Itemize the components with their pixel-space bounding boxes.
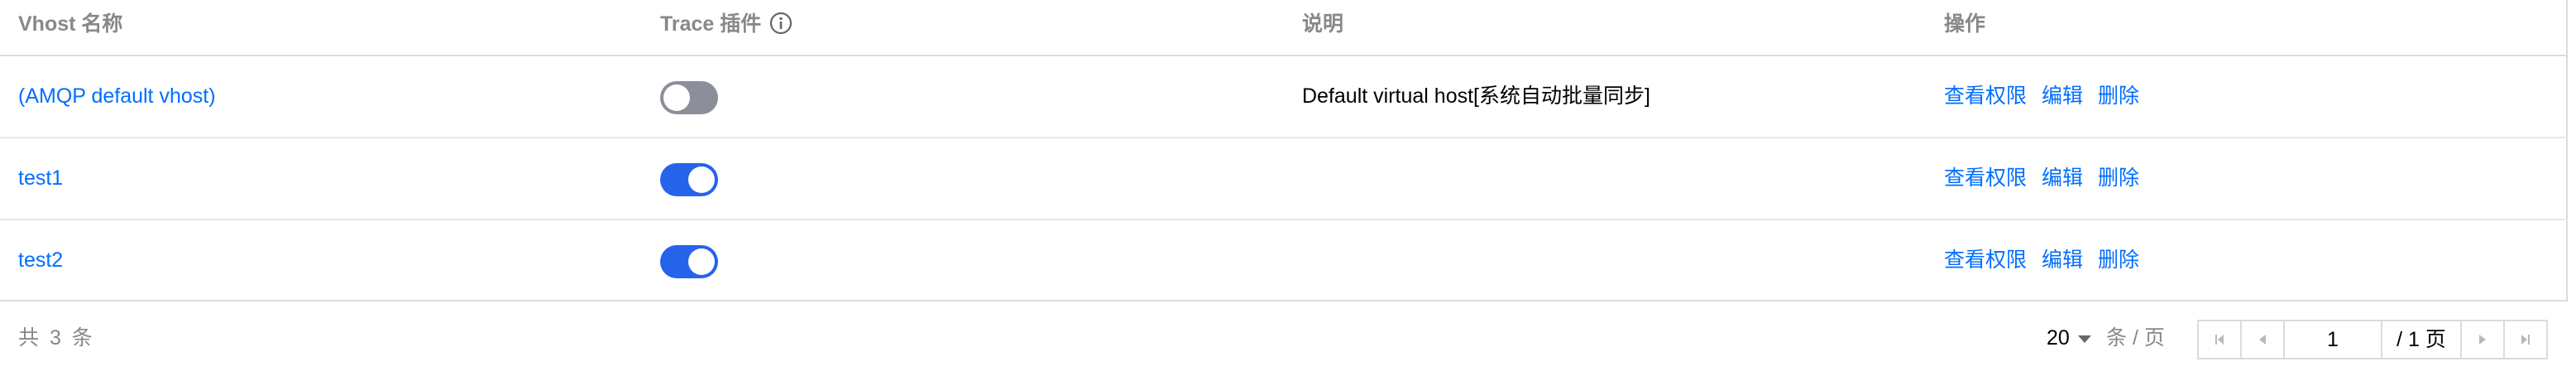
page-number-input[interactable]	[2285, 321, 2382, 358]
next-page-icon	[2479, 335, 2486, 345]
info-circle-icon[interactable]	[769, 12, 792, 35]
page-size-select[interactable]: 20	[2047, 303, 2091, 373]
page-size-value: 20	[2047, 326, 2070, 350]
last-page-icon	[2521, 335, 2530, 345]
vhost-name-link[interactable]: test2	[18, 220, 63, 301]
table-row: (AMQP default vhost) Default virtual hos…	[0, 56, 2568, 138]
table-header: Vhost 名称 Trace 插件 说明 操作	[0, 0, 2568, 56]
edit-link[interactable]: 编辑	[2042, 248, 2083, 272]
view-permissions-link[interactable]: 查看权限	[1944, 166, 2027, 190]
row-actions: 查看权限 编辑 删除	[1944, 138, 2154, 219]
header-trace-plugin: Trace 插件	[660, 0, 792, 48]
row-actions: 查看权限 编辑 删除	[1944, 56, 2154, 137]
header-trace-plugin-label: Trace 插件	[660, 12, 762, 36]
view-permissions-link[interactable]: 查看权限	[1944, 84, 2027, 108]
vhost-description: Default virtual host[系统自动批量同步]	[1302, 84, 1650, 108]
toggle-knob	[663, 84, 690, 111]
vhost-name-link[interactable]: test1	[18, 138, 63, 219]
edit-link[interactable]: 编辑	[2042, 166, 2083, 190]
toggle-knob	[688, 248, 715, 275]
caret-down-icon	[2077, 335, 2091, 343]
header-description: 说明	[1302, 12, 1344, 36]
total-count: 共 3 条	[18, 326, 95, 350]
prev-page-button[interactable]	[2242, 321, 2285, 358]
view-permissions-link[interactable]: 查看权限	[1944, 248, 2027, 272]
last-page-button[interactable]	[2505, 321, 2546, 358]
table-row: test2 查看权限 编辑 删除	[0, 220, 2568, 302]
delete-link[interactable]: 删除	[2098, 166, 2139, 190]
row-actions: 查看权限 编辑 删除	[1944, 220, 2154, 301]
vhost-table: Vhost 名称 Trace 插件 说明 操作 (AMQP default vh…	[0, 0, 2568, 301]
next-page-button[interactable]	[2462, 321, 2505, 358]
header-actions: 操作	[1944, 12, 1986, 36]
delete-link[interactable]: 删除	[2098, 84, 2139, 108]
pager: / 1 页	[2197, 320, 2548, 359]
trace-toggle[interactable]	[660, 163, 718, 196]
trace-toggle[interactable]	[660, 81, 718, 114]
delete-link[interactable]: 删除	[2098, 248, 2139, 272]
header-vhost-name: Vhost 名称	[18, 12, 123, 36]
vhost-list-page: Vhost 名称 Trace 插件 说明 操作 (AMQP default vh…	[0, 0, 2576, 381]
prev-page-icon	[2259, 335, 2266, 345]
total-pages: / 1 页	[2382, 321, 2462, 358]
pagination-footer: 共 3 条 20 条 / 页 / 1 页	[0, 303, 2568, 381]
trace-toggle[interactable]	[660, 245, 718, 278]
toggle-knob	[688, 166, 715, 193]
vhost-name-link[interactable]: (AMQP default vhost)	[18, 56, 216, 137]
first-page-button[interactable]	[2199, 321, 2242, 358]
per-page-label: 条 / 页	[2106, 326, 2165, 350]
first-page-icon	[2215, 335, 2224, 345]
table-row: test1 查看权限 编辑 删除	[0, 138, 2568, 220]
edit-link[interactable]: 编辑	[2042, 84, 2083, 108]
